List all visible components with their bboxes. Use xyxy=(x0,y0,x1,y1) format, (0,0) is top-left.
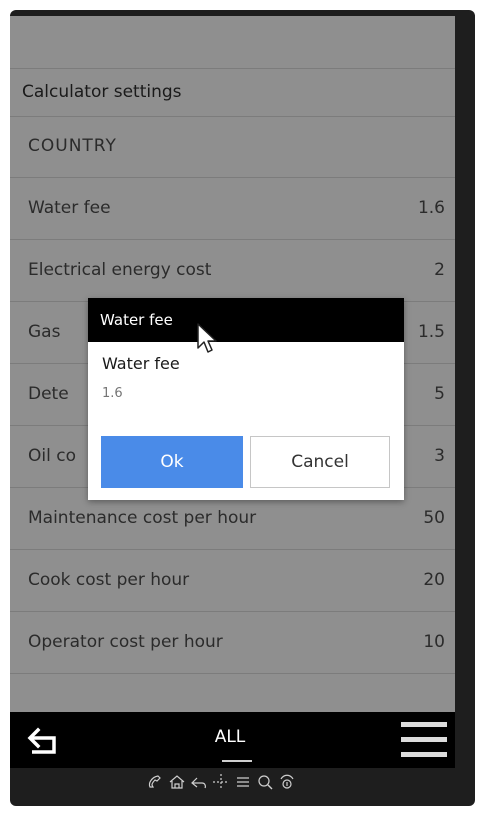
settings-row-cook-cost[interactable]: Cook cost per hour 20 xyxy=(10,550,455,611)
hamburger-menu-icon[interactable] xyxy=(401,718,447,762)
row-value: 1.6 xyxy=(417,198,445,218)
mouse-cursor-icon xyxy=(197,323,217,353)
row-value: 3 xyxy=(434,446,445,466)
dialog-field-label: Water fee xyxy=(102,354,180,373)
touch-icon[interactable] xyxy=(278,773,296,791)
dialog-title-bar: Water fee xyxy=(88,298,404,342)
home-icon[interactable] xyxy=(168,773,186,791)
row-value: 2 xyxy=(434,260,445,280)
search-icon[interactable] xyxy=(256,773,274,791)
move-icon[interactable] xyxy=(212,773,230,791)
ok-button[interactable]: Ok xyxy=(101,436,243,488)
row-label: COUNTRY xyxy=(28,136,117,156)
settings-row-operator-cost[interactable]: Operator cost per hour 10 xyxy=(10,612,455,673)
row-value: 10 xyxy=(423,632,445,652)
list-footer xyxy=(10,690,455,712)
bottom-navbar: ALL xyxy=(10,712,455,768)
row-label: Oil co xyxy=(28,446,76,466)
row-label: Dete xyxy=(28,384,69,404)
row-label: Cook cost per hour xyxy=(28,570,190,590)
back-icon[interactable] xyxy=(190,773,208,791)
list-icon[interactable] xyxy=(234,773,252,791)
system-toolbar xyxy=(10,768,455,796)
row-value: 20 xyxy=(423,570,445,590)
cancel-button[interactable]: Cancel xyxy=(250,436,390,488)
row-value: 1.5 xyxy=(417,322,445,342)
settings-row-country[interactable]: COUNTRY xyxy=(10,116,455,177)
dialog-title: Water fee xyxy=(100,311,173,329)
page-title: Calculator settings xyxy=(22,82,182,102)
row-label: Gas xyxy=(28,322,61,342)
back-arrow-icon[interactable] xyxy=(24,722,62,760)
settings-row-water-fee[interactable]: Water fee 1.6 xyxy=(10,178,455,239)
row-value: 5 xyxy=(434,384,445,404)
phone-icon[interactable] xyxy=(146,773,164,791)
water-fee-input[interactable] xyxy=(102,382,382,404)
settings-row-electrical-energy-cost[interactable]: Electrical energy cost 2 xyxy=(10,240,455,301)
tab-indicator xyxy=(222,760,252,762)
row-label: Water fee xyxy=(28,198,111,218)
row-label: Electrical energy cost xyxy=(28,260,212,280)
row-label: Operator cost per hour xyxy=(28,632,223,652)
row-value: 50 xyxy=(423,508,445,528)
action-bar xyxy=(10,16,455,68)
water-fee-dialog: Water fee Water fee Ok Cancel xyxy=(88,298,404,500)
